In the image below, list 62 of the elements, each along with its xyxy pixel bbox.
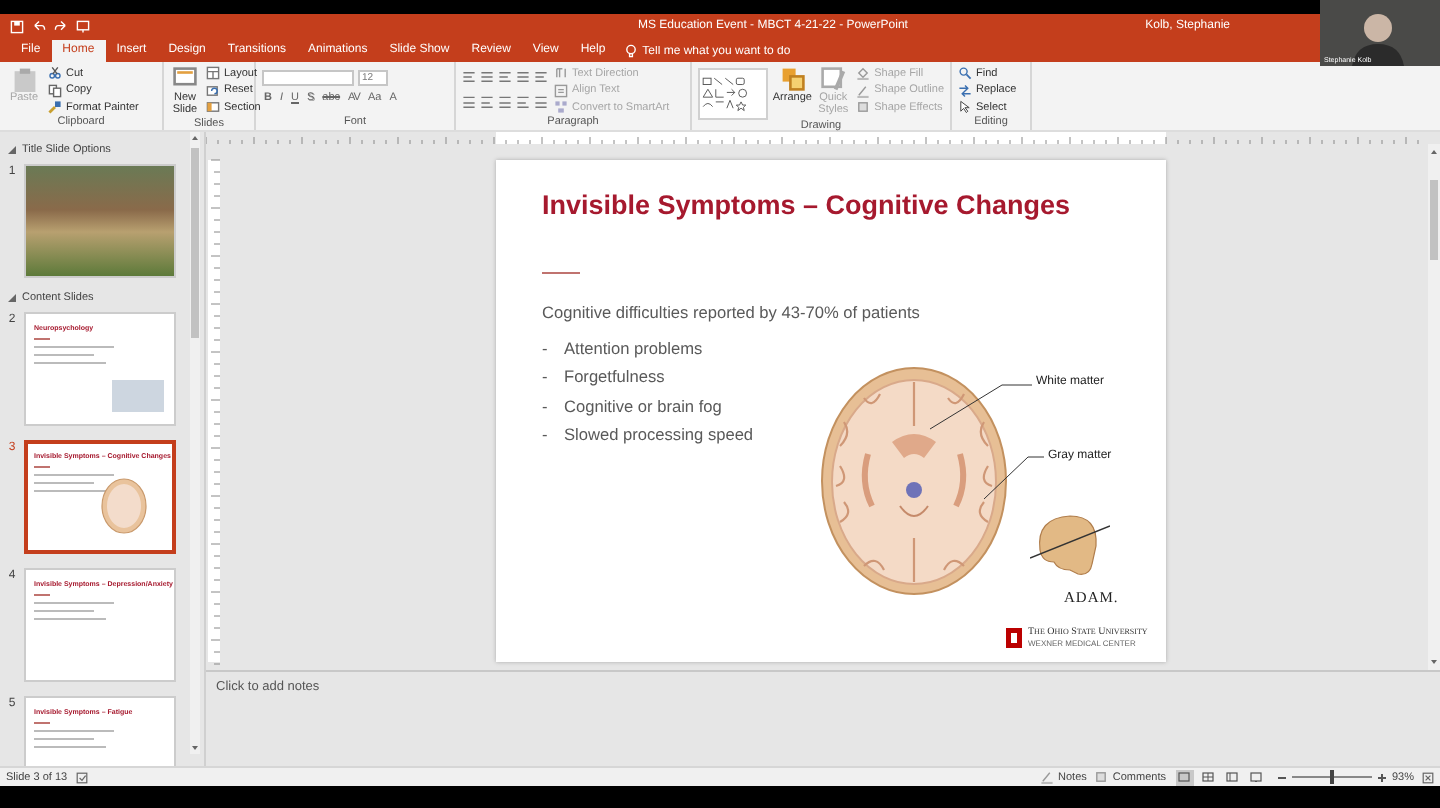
font-name-field[interactable]	[262, 70, 354, 86]
search-icon	[958, 66, 972, 80]
zoom-in-icon[interactable]	[1377, 773, 1386, 781]
bullet-marker: -	[542, 366, 550, 386]
notes-icon	[1040, 770, 1055, 784]
bullet-marker: -	[542, 424, 550, 444]
paragraph-format-icon[interactable]	[462, 96, 476, 110]
bullet-text: Attention problems	[564, 337, 703, 357]
zoom-slider-thumb[interactable]	[1329, 770, 1334, 784]
view-button[interactable]	[1223, 769, 1242, 785]
view-button[interactable]	[1247, 769, 1266, 785]
copy-icon	[48, 83, 62, 97]
cursor-icon	[958, 100, 972, 114]
paragraph-format-icon[interactable]	[498, 70, 512, 84]
paintbrush-icon	[48, 100, 62, 114]
shape-gallery[interactable]	[698, 68, 769, 120]
slide-text: Cognitive difficulties reported by 43-70% of patients	[542, 302, 920, 322]
slide[interactable]	[496, 160, 1166, 662]
pen-icon	[856, 83, 871, 97]
text-direction-icon	[554, 66, 568, 80]
redo-icon	[54, 19, 68, 33]
section-icon	[206, 100, 220, 114]
paragraph-format-icon[interactable]	[534, 70, 548, 84]
smartart-icon	[554, 100, 568, 114]
brain-drawing	[100, 478, 148, 534]
caret-icon[interactable]	[8, 294, 16, 302]
paragraph-format-icon[interactable]	[498, 96, 512, 110]
scrollbar[interactable]	[1428, 144, 1440, 670]
leader-line	[930, 384, 1032, 430]
arrange-icon	[779, 66, 806, 92]
leader-line	[984, 456, 1044, 500]
bullet-text: Cognitive or brain fog	[564, 395, 722, 415]
paragraph-format-icon[interactable]	[516, 70, 530, 84]
reset-icon	[206, 83, 220, 97]
paragraph-format-icon[interactable]	[480, 96, 494, 110]
bullet-marker: -	[542, 337, 550, 357]
caret-icon[interactable]	[8, 146, 16, 154]
save-icon	[10, 19, 24, 33]
align-text-icon	[554, 83, 568, 97]
view-button[interactable]	[1199, 769, 1218, 785]
lightbulb-icon	[624, 44, 639, 58]
paragraph-format-icon[interactable]	[534, 96, 548, 110]
bullet-text: Slowed processing speed	[564, 424, 754, 444]
paragraph-format-icon[interactable]	[480, 70, 494, 84]
view-button[interactable]	[1175, 769, 1194, 785]
clipboard-icon	[11, 66, 37, 92]
undo-icon	[32, 19, 46, 33]
square-icon	[856, 100, 871, 114]
paragraph-format-icon[interactable]	[462, 70, 476, 84]
image-placeholder	[112, 380, 164, 412]
slide-title: Invisible Symptoms – Cognitive Changes	[542, 190, 1071, 220]
arrows-icon	[958, 83, 972, 97]
paragraph-format-icon[interactable]	[516, 96, 530, 110]
zoom-out-icon[interactable]	[1277, 773, 1286, 781]
spell-check-icon[interactable]	[75, 771, 88, 783]
scissors-icon	[48, 66, 62, 80]
scrollbar[interactable]	[190, 132, 200, 754]
presentation-icon	[76, 19, 90, 33]
logo-icon	[1006, 627, 1022, 647]
fit-slide-icon[interactable]	[1422, 771, 1434, 783]
bullet-text: Forgetfulness	[564, 366, 665, 386]
bullet-marker: -	[542, 395, 550, 415]
